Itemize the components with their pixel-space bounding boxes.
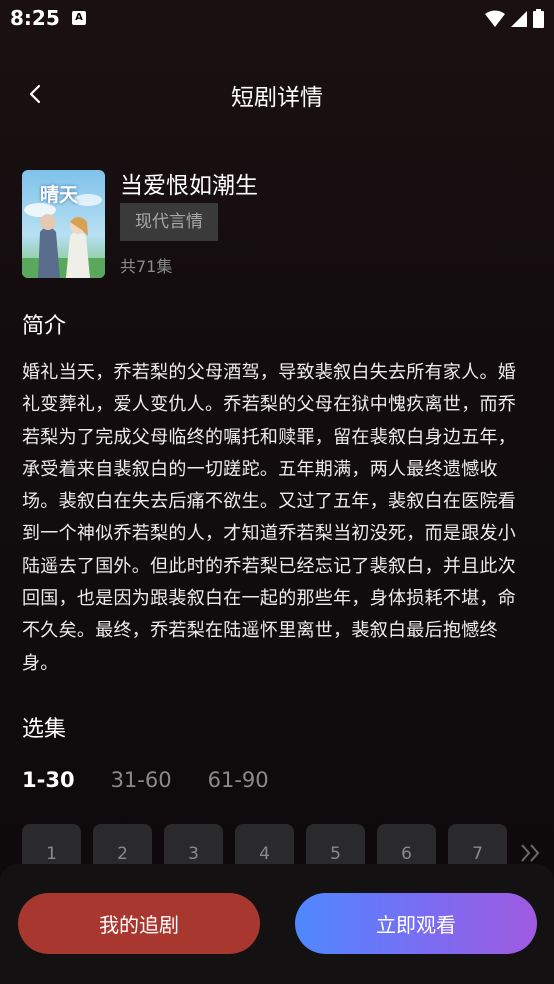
wifi-icon	[485, 10, 505, 27]
status-time: 8:25	[10, 6, 60, 30]
episode-range-tabs: 1-30 31-60 61-90	[22, 768, 269, 792]
intro-heading: 简介	[22, 314, 67, 339]
status-bar: 8:25 A	[0, 0, 554, 40]
page-title: 短剧详情	[231, 85, 323, 111]
app-notification-icon: A	[72, 11, 86, 25]
bottom-action-bar: 我的追剧 立即观看	[0, 864, 554, 984]
my-follow-button[interactable]: 我的追剧	[18, 893, 260, 954]
header: 短剧详情	[0, 62, 554, 126]
cover-title-text: 晴天	[40, 184, 79, 206]
drama-title: 当爱恨如潮生	[120, 173, 258, 199]
status-icons	[485, 9, 544, 28]
range-tab-61-90[interactable]: 61-90	[208, 768, 269, 792]
watch-now-button[interactable]: 立即观看	[295, 893, 537, 954]
intro-text: 婚礼当天，乔若梨的父母酒驾，导致裴叙白失去所有家人。婚礼变葬礼，爱人变仇人。乔若…	[22, 362, 517, 674]
double-chevron-right-icon	[521, 844, 540, 862]
genre-tag: 现代言情	[120, 203, 218, 241]
drama-cover-image: 晴天	[22, 170, 105, 278]
battery-icon	[533, 9, 544, 28]
range-tab-1-30[interactable]: 1-30	[22, 768, 75, 792]
episodes-heading: 选集	[22, 717, 67, 742]
range-tab-31-60[interactable]: 31-60	[111, 768, 172, 792]
episode-count: 共71集	[120, 257, 173, 276]
signal-icon	[511, 10, 527, 27]
